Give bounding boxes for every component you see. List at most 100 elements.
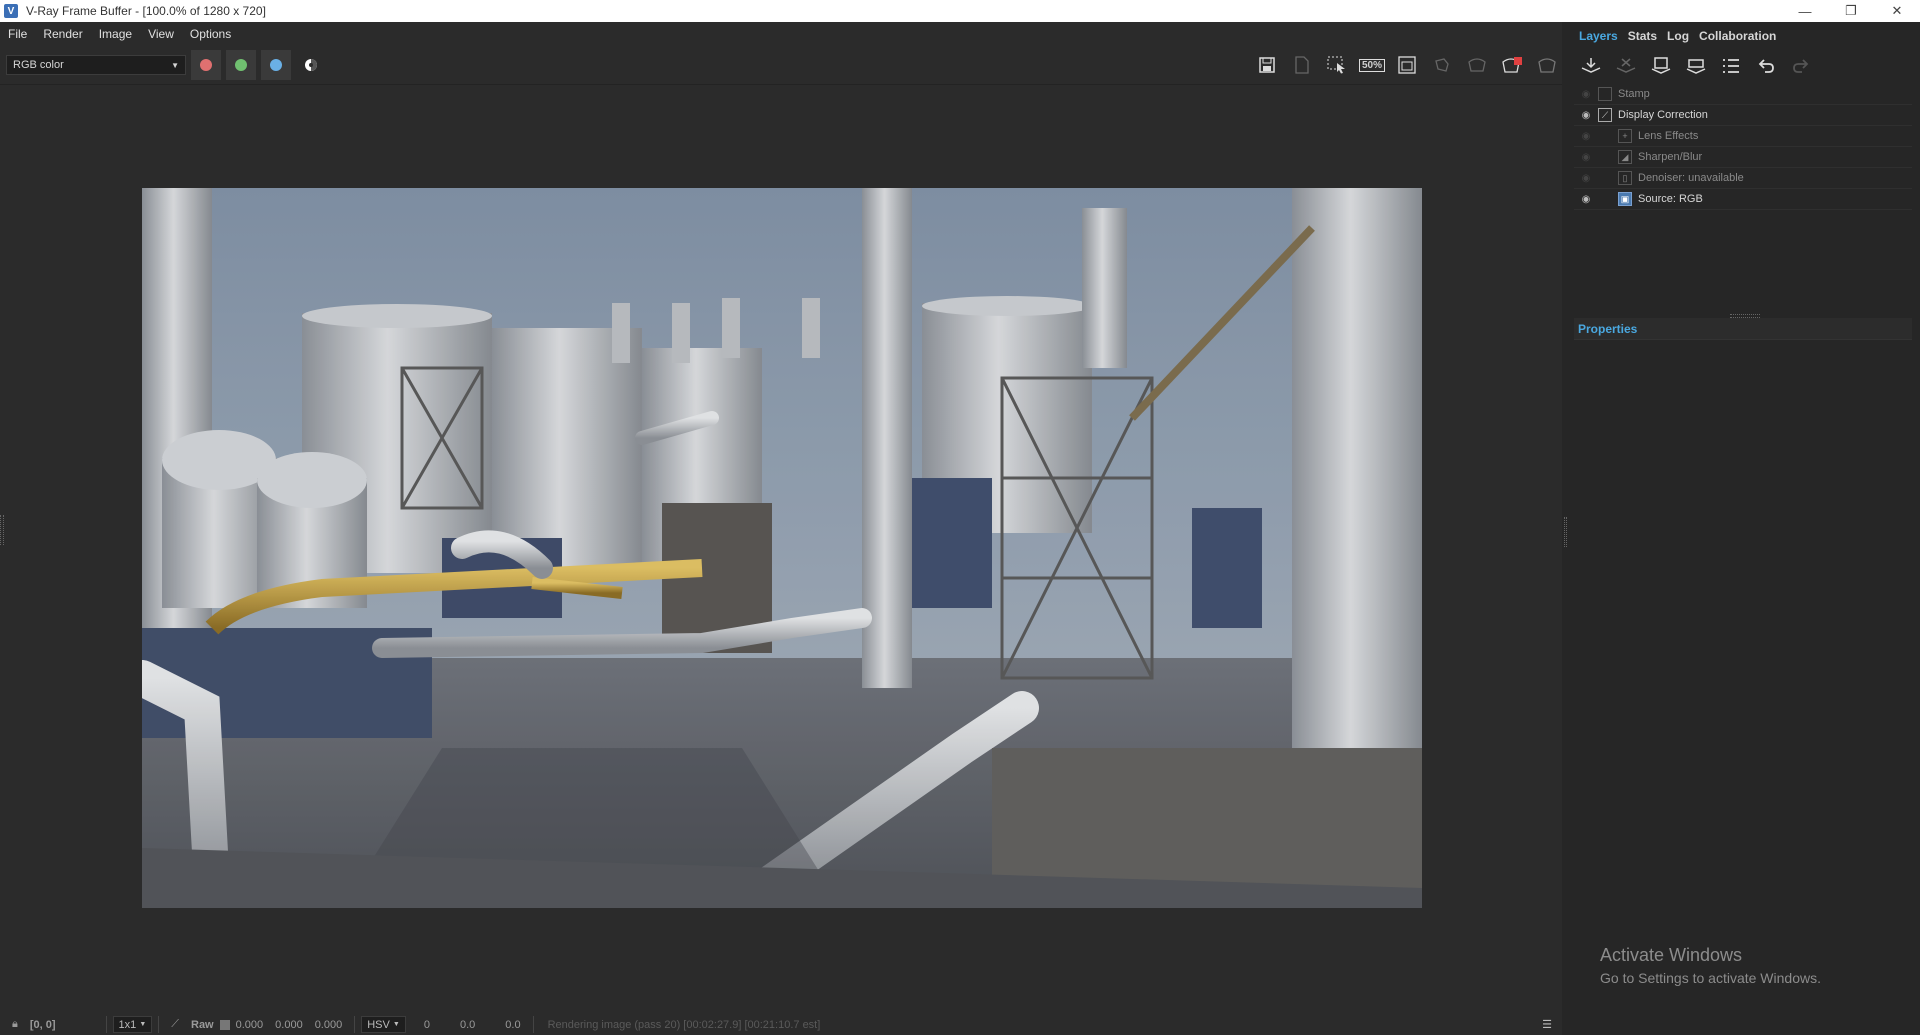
divider — [354, 1016, 356, 1033]
log-toggle-icon[interactable]: ☰ — [1542, 1018, 1552, 1031]
divider — [532, 1016, 534, 1033]
layer-name: Stamp — [1618, 88, 1650, 100]
tab-collaboration[interactable]: Collaboration — [1694, 29, 1781, 43]
window-title: V-Ray Frame Buffer - [100.0% of 1280 x 7… — [26, 4, 266, 18]
render-progress-text: Rendering image (pass 20) [00:02:27.9] [… — [547, 1018, 821, 1031]
blue-dot-icon — [270, 59, 282, 71]
colorspace-select[interactable]: HSV ▼ — [361, 1016, 406, 1033]
activate-subtitle: Go to Settings to activate Windows. — [1600, 970, 1821, 986]
panel-splitter[interactable] — [1562, 22, 1570, 1035]
green-dot-icon — [235, 59, 247, 71]
blue-value: 0.000 — [314, 1018, 343, 1031]
stop-render-icon — [1502, 57, 1522, 73]
blue-channel-button[interactable] — [261, 50, 291, 80]
mono-icon — [305, 59, 317, 71]
menu-image[interactable]: Image — [91, 27, 140, 41]
layer-name: Display Correction — [1618, 109, 1708, 121]
render-region-button[interactable] — [1392, 50, 1422, 80]
redo-icon — [1793, 59, 1809, 73]
curve-icon: ⟋ — [1598, 108, 1612, 122]
layer-name: Source: RGB — [1638, 193, 1703, 205]
stop-render-button[interactable] — [1497, 50, 1527, 80]
save-layers-icon — [1651, 57, 1671, 74]
rendered-image — [142, 188, 1422, 908]
eye-off-icon[interactable]: ◉ — [1574, 131, 1598, 142]
splitter-grip-icon — [1564, 517, 1567, 547]
undo-button[interactable] — [1751, 52, 1781, 80]
hue-value: 0 — [423, 1018, 430, 1031]
saturation-value: 0.0 — [459, 1018, 476, 1031]
layer-name: Lens Effects — [1638, 130, 1699, 142]
green-channel-button[interactable] — [226, 50, 256, 80]
clear-image-button[interactable] — [1287, 50, 1317, 80]
chevron-down-icon: ▼ — [139, 1021, 147, 1028]
tab-stats[interactable]: Stats — [1623, 29, 1662, 43]
image-viewport[interactable] — [0, 84, 1562, 1016]
menu-options[interactable]: Options — [182, 27, 239, 41]
load-layers-icon — [1686, 59, 1706, 74]
interactive-render-button[interactable] — [1462, 50, 1492, 80]
menu-file[interactable]: File — [0, 27, 35, 41]
minimize-button[interactable]: — — [1782, 0, 1828, 22]
zoom-50-button[interactable]: 50% — [1357, 50, 1387, 80]
sharpen-icon: ◢ — [1618, 150, 1632, 164]
eye-off-icon[interactable]: ◉ — [1574, 152, 1598, 163]
undo-icon — [1758, 59, 1774, 73]
properties-header: Properties — [1574, 318, 1912, 340]
eye-off-icon[interactable]: ◉ — [1574, 173, 1598, 184]
mono-channel-button[interactable] — [296, 50, 326, 80]
load-layers-button[interactable] — [1681, 52, 1711, 80]
vray-logo-icon: V — [4, 4, 18, 18]
channel-select-value: RGB color — [13, 59, 64, 71]
chevron-down-icon: ▼ — [392, 1021, 400, 1028]
color-mode-label[interactable]: Raw — [191, 1019, 214, 1031]
layer-row-source-rgb[interactable]: ◉ ▣ Source: RGB — [1574, 189, 1912, 210]
render-interactive-icon — [1468, 58, 1486, 72]
save-layers-button[interactable] — [1646, 52, 1676, 80]
left-resize-grip[interactable] — [0, 515, 4, 545]
curve-mode-icon[interactable]: ⟋ — [171, 1018, 179, 1031]
activate-windows-watermark: Activate Windows Go to Settings to activ… — [1600, 945, 1821, 986]
save-icon — [1259, 57, 1275, 73]
layer-row-stamp[interactable]: ◉ Stamp — [1574, 84, 1912, 105]
redo-button[interactable] — [1786, 52, 1816, 80]
menu-render[interactable]: Render — [35, 27, 90, 41]
sample-size-select[interactable]: 1x1 ▼ — [112, 1016, 153, 1033]
region-select-button[interactable] — [1322, 50, 1352, 80]
lock-icon[interactable]: 🔒︎ — [12, 1018, 18, 1031]
eye-icon[interactable]: ◉ — [1574, 110, 1598, 121]
layer-row-lens-effects[interactable]: ◉ + Lens Effects — [1574, 126, 1912, 147]
menu-view[interactable]: View — [140, 27, 182, 41]
delete-layer-button[interactable] — [1611, 52, 1641, 80]
channel-select[interactable]: RGB color ▼ — [6, 55, 186, 75]
layers-panel: Layers Stats Log Collaboration ◉ Stamp ◉… — [1570, 22, 1920, 1035]
panel-tabs: Layers Stats Log Collaboration — [1570, 22, 1920, 50]
stamp-icon — [1598, 87, 1612, 101]
industrial-plant-render — [142, 188, 1422, 908]
maximize-button[interactable]: ❐ — [1828, 0, 1874, 22]
eye-icon[interactable]: ◉ — [1574, 194, 1598, 205]
close-button[interactable]: ✕ — [1874, 0, 1920, 22]
render-region-icon — [1398, 56, 1416, 74]
render-button[interactable] — [1532, 50, 1562, 80]
layer-row-denoiser[interactable]: ◉ ▯ Denoiser: unavailable — [1574, 168, 1912, 189]
list-icon — [1723, 59, 1739, 73]
add-layer-button[interactable] — [1576, 52, 1606, 80]
eye-off-icon[interactable]: ◉ — [1574, 89, 1598, 100]
save-image-button[interactable] — [1252, 50, 1282, 80]
layer-list-button[interactable] — [1716, 52, 1746, 80]
clear-image-icon — [1295, 56, 1309, 74]
status-bar: 🔒︎ [0, 0] 1x1 ▼ ⟋ Raw 0.000 0.000 0.000 … — [0, 1014, 1562, 1035]
activate-title: Activate Windows — [1600, 945, 1743, 965]
layer-row-display-correction[interactable]: ◉ ⟋ Display Correction — [1574, 105, 1912, 126]
denoiser-icon: ▯ — [1618, 171, 1632, 185]
track-mouse-button[interactable] — [1427, 50, 1457, 80]
layer-name: Sharpen/Blur — [1638, 151, 1703, 163]
layer-row-sharpen-blur[interactable]: ◉ ◢ Sharpen/Blur — [1574, 147, 1912, 168]
red-channel-button[interactable] — [191, 50, 221, 80]
menu-bar: File Render Image View Options — [0, 22, 1562, 46]
tab-log[interactable]: Log — [1662, 29, 1694, 43]
red-value: 0.000 — [235, 1018, 264, 1031]
green-value: 0.000 — [275, 1018, 303, 1031]
tab-layers[interactable]: Layers — [1574, 29, 1623, 43]
